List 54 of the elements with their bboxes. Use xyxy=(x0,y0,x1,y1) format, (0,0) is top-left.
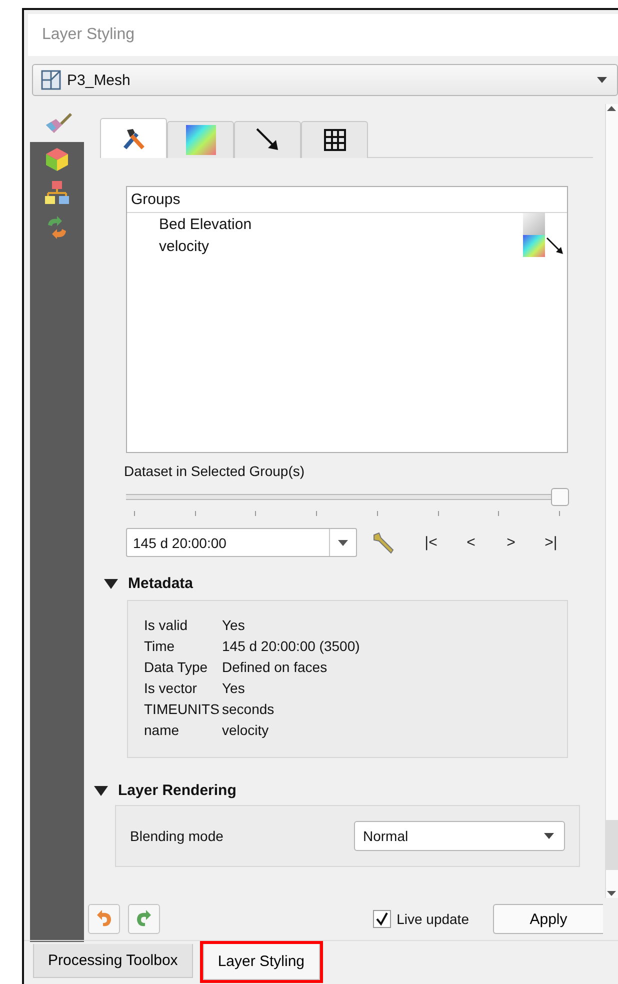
metadata-section[interactable]: Metadata xyxy=(104,575,603,592)
mesh-layer-icon xyxy=(41,70,61,90)
scroll-thumb[interactable] xyxy=(606,820,618,870)
sidebar-item[interactable] xyxy=(30,142,84,176)
metadata-key: Is vector xyxy=(144,680,222,701)
undo-redo-icon xyxy=(45,215,69,239)
metadata-value: 145 d 20:00:00 (3500) xyxy=(222,638,361,656)
layer-rendering-section[interactable]: Layer Rendering xyxy=(94,782,603,799)
live-update-checkbox[interactable]: Live update xyxy=(372,910,469,928)
metadata-key: Is valid xyxy=(144,617,222,638)
navigation-button[interactable]: >| xyxy=(531,534,571,551)
blending-mode-label: Blending mode xyxy=(130,828,224,844)
scroll-down-icon[interactable] xyxy=(606,888,617,898)
style-tab[interactable] xyxy=(100,118,167,158)
style-tab[interactable] xyxy=(301,121,368,158)
dropdown-arrow-icon xyxy=(597,77,607,83)
dataset-label: Dataset in Selected Group(s) xyxy=(124,463,306,479)
tree-item[interactable]: velocity xyxy=(127,235,567,257)
metadata-key: Time xyxy=(144,638,222,659)
scroll-up-icon[interactable] xyxy=(606,104,617,114)
time-dropdown[interactable]: 145 d 20:00:00 xyxy=(126,528,357,557)
metadata-key: name xyxy=(144,722,222,743)
window-title: Layer Styling xyxy=(42,26,134,44)
dropdown-arrow-icon xyxy=(544,833,554,839)
metadata-value: Yes xyxy=(222,680,246,698)
metadata-key: Data Type xyxy=(144,659,222,680)
slider-thumb[interactable] xyxy=(551,488,569,506)
style-tab[interactable] xyxy=(234,121,301,158)
blending-mode-dropdown[interactable]: Normal xyxy=(354,821,565,851)
metadata-value: Defined on faces xyxy=(222,659,328,677)
metadata-value: Yes xyxy=(222,617,246,635)
undo-button[interactable] xyxy=(88,904,120,934)
gradient-icon xyxy=(186,125,216,155)
navigation-button[interactable]: < xyxy=(451,534,491,551)
scrollbar[interactable] xyxy=(605,104,618,898)
dropdown-arrow-icon xyxy=(338,540,348,546)
checkmark-icon xyxy=(374,912,389,926)
metadata-value: velocity xyxy=(222,722,270,740)
grid-icon xyxy=(324,129,346,151)
dock-tab[interactable]: Layer Styling xyxy=(202,944,320,980)
apply-button[interactable]: Apply xyxy=(493,904,603,934)
tree-item[interactable]: Bed Elevation xyxy=(127,213,567,235)
navigation-button[interactable]: |< xyxy=(411,534,451,551)
hierarchy-icon xyxy=(44,180,70,206)
cube-icon xyxy=(44,146,70,172)
dock-tab[interactable]: Processing Toolbox xyxy=(33,944,193,978)
arrow-icon xyxy=(254,127,280,153)
metadata-key: TIMEUNITS xyxy=(144,701,222,722)
redo-button[interactable] xyxy=(128,904,160,934)
navigation-button[interactable]: > xyxy=(491,534,531,551)
metadata-value: seconds xyxy=(222,701,276,719)
layer-dropdown[interactable]: P3_Mesh xyxy=(32,64,618,96)
undo-icon xyxy=(95,910,113,928)
redo-icon xyxy=(135,910,153,928)
